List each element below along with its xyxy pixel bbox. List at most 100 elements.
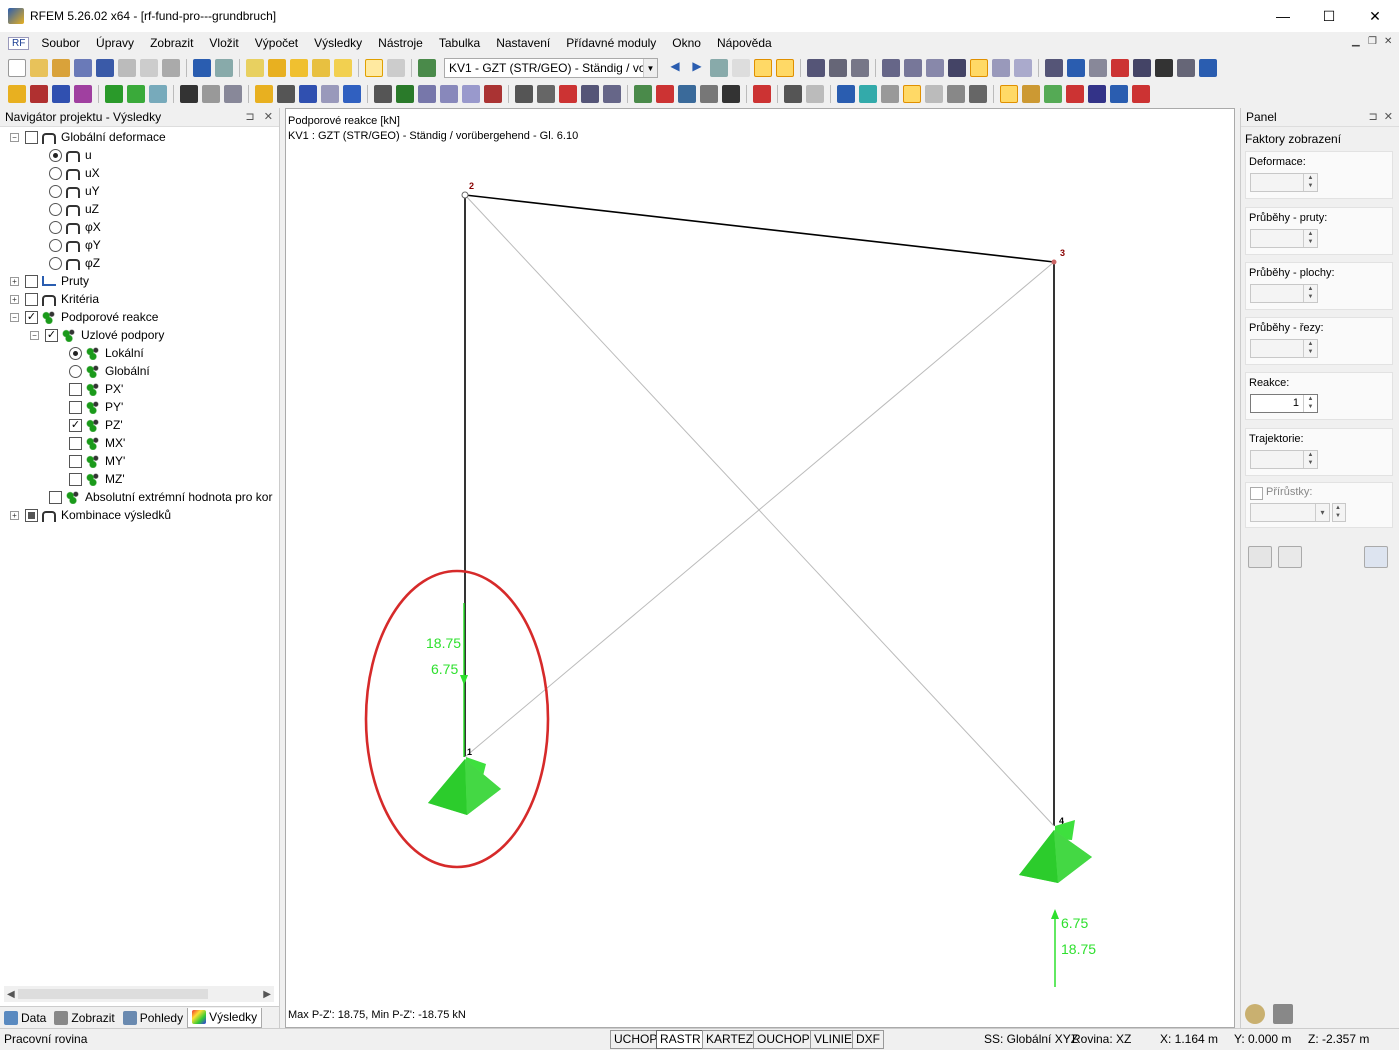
line-icon[interactable] (30, 85, 48, 103)
next-icon[interactable]: ▶ (688, 59, 706, 77)
navigator-controls[interactable]: ⊐ ✕ (245, 110, 273, 123)
mdi-minimize-icon[interactable]: ▁ (1352, 36, 1360, 47)
member-set-icon[interactable] (418, 85, 436, 103)
node-icon[interactable] (8, 85, 26, 103)
guide-icon[interactable] (396, 85, 414, 103)
scale-icon[interactable] (1044, 85, 1062, 103)
line-support-icon[interactable] (127, 85, 145, 103)
view-1-icon[interactable] (882, 59, 900, 77)
show-results-icon[interactable] (754, 59, 772, 77)
colors-icon[interactable] (1022, 85, 1040, 103)
set-icon[interactable] (74, 85, 92, 103)
view-3-icon[interactable] (926, 59, 944, 77)
diagram-icon[interactable] (1066, 85, 1084, 103)
database-icon[interactable] (74, 59, 92, 77)
mirror-icon[interactable] (753, 85, 771, 103)
menu-soubor[interactable]: Soubor (33, 36, 88, 50)
grid-icon[interactable] (387, 59, 405, 77)
zoom-all-icon[interactable] (581, 85, 599, 103)
support-icon[interactable] (105, 85, 123, 103)
layout-icon[interactable] (947, 85, 965, 103)
loadcase-icon[interactable] (418, 59, 436, 77)
tree-item-support-reactions[interactable]: − ✓ Podporové reakce (10, 308, 158, 326)
member-diagram-factor-input[interactable]: ▲ ▼ (1250, 229, 1318, 248)
tree-item-criteria[interactable]: + Kritéria (10, 290, 99, 308)
search-icon[interactable] (268, 59, 286, 77)
options-icon[interactable] (1177, 59, 1195, 77)
view-2-icon[interactable] (904, 59, 922, 77)
frame-icon[interactable] (440, 85, 458, 103)
tree-item-members[interactable]: + Pruty (10, 272, 89, 290)
tree-item-phix[interactable]: φX (49, 218, 101, 236)
frame-2-icon[interactable] (462, 85, 480, 103)
guidelines-button[interactable]: VLINIE (810, 1030, 857, 1049)
tree-item-u[interactable]: u (49, 146, 92, 164)
delete-icon[interactable] (1111, 59, 1129, 77)
grid-button[interactable]: RASTR (656, 1030, 705, 1049)
tree-item-py[interactable]: PY' (69, 398, 123, 416)
trajectory-factor-input[interactable]: ▲ ▼ (1250, 450, 1318, 469)
stamp-icon[interactable] (1273, 1004, 1293, 1024)
mdi-close-icon[interactable]: ✕ (1384, 36, 1392, 47)
menu-pridavne-moduly[interactable]: Přídavné moduly (558, 36, 664, 50)
menu-vlozit[interactable]: Vložit (201, 36, 246, 50)
loadcase-select[interactable]: KV1 - GZT (STR/GEO) - Ständig / vorübe ▼ (444, 58, 658, 78)
table-view-icon[interactable] (969, 85, 987, 103)
menu-nastaveni[interactable]: Nastavení (488, 36, 558, 50)
table-icon[interactable] (365, 59, 383, 77)
cartesian-button[interactable]: KARTEZ (702, 1030, 758, 1049)
member-icon[interactable] (52, 85, 70, 103)
tree-item-result-combinations[interactable]: + Kombinace výsledků (10, 506, 171, 524)
surface-diagram-factor-input[interactable]: ▲ ▼ (1250, 284, 1318, 303)
tree-item-pz[interactable]: ✓ PZ' (69, 416, 123, 434)
select-icon[interactable] (312, 59, 330, 77)
view-6-icon[interactable] (992, 59, 1010, 77)
view-4-icon[interactable] (948, 59, 966, 77)
increments-select[interactable]: ▾ (1250, 503, 1330, 522)
xyz-icon[interactable] (202, 85, 220, 103)
box-icon[interactable] (603, 85, 621, 103)
display-icon[interactable] (722, 85, 740, 103)
support-results-icon[interactable] (903, 85, 921, 103)
dimension-icon[interactable] (374, 85, 392, 103)
cube-icon[interactable] (859, 85, 877, 103)
iso-icon[interactable] (700, 85, 718, 103)
cut-icon[interactable] (484, 85, 502, 103)
save-icon[interactable] (96, 59, 114, 77)
render-icon[interactable] (1133, 59, 1151, 77)
tree-item-nodal-supports[interactable]: − ✓ Uzlové podpory (30, 326, 164, 344)
rotate-icon[interactable] (1067, 59, 1085, 77)
tree-item-global[interactable]: Globální (69, 362, 150, 380)
frame-model-icon[interactable] (784, 85, 802, 103)
values-icon[interactable] (732, 59, 750, 77)
model-canvas[interactable]: 2 3 1 4 18.75 6.75 6.75 18.75 (286, 109, 1234, 1027)
close-button[interactable]: ✕ (1352, 0, 1398, 32)
minimize-button[interactable]: — (1260, 0, 1306, 32)
object-snap-button[interactable]: OUCHOP (753, 1030, 814, 1049)
increments-checkbox[interactable] (1250, 487, 1263, 500)
tree-item-uz[interactable]: uZ (49, 200, 99, 218)
menu-nastroje[interactable]: Nástroje (370, 36, 431, 50)
snap-button[interactable]: UCHOP (610, 1030, 662, 1049)
menu-tabulka[interactable]: Tabulka (431, 36, 488, 50)
surface-icon[interactable] (343, 85, 361, 103)
tab-display[interactable]: Zobrazit (50, 1008, 118, 1028)
tree-item-mz[interactable]: MZ' (69, 470, 125, 488)
imperfection-icon[interactable] (277, 85, 295, 103)
balance-icon[interactable] (1245, 1004, 1265, 1024)
dxf-button[interactable]: DXF (852, 1030, 884, 1049)
reaction-factor-input[interactable]: 1 ▲ ▼ (1250, 394, 1318, 413)
check-icon[interactable] (515, 85, 533, 103)
graphics-view[interactable]: Podporové reakce [kN] KV1 : GZT (STR/GEO… (285, 108, 1235, 1028)
menu-okno[interactable]: Okno (664, 36, 709, 50)
tree-item-mx[interactable]: MX' (69, 434, 125, 452)
show-values-icon[interactable] (776, 59, 794, 77)
rotate-load-icon[interactable] (299, 85, 317, 103)
copy-panel-icon[interactable] (1278, 546, 1302, 568)
edit-icon[interactable] (246, 59, 264, 77)
view-7-icon[interactable] (1014, 59, 1032, 77)
axis-y-icon[interactable] (656, 85, 674, 103)
tree-item-px[interactable]: PX' (69, 380, 123, 398)
view-8-icon[interactable] (1045, 59, 1063, 77)
solid-icon[interactable] (321, 85, 339, 103)
